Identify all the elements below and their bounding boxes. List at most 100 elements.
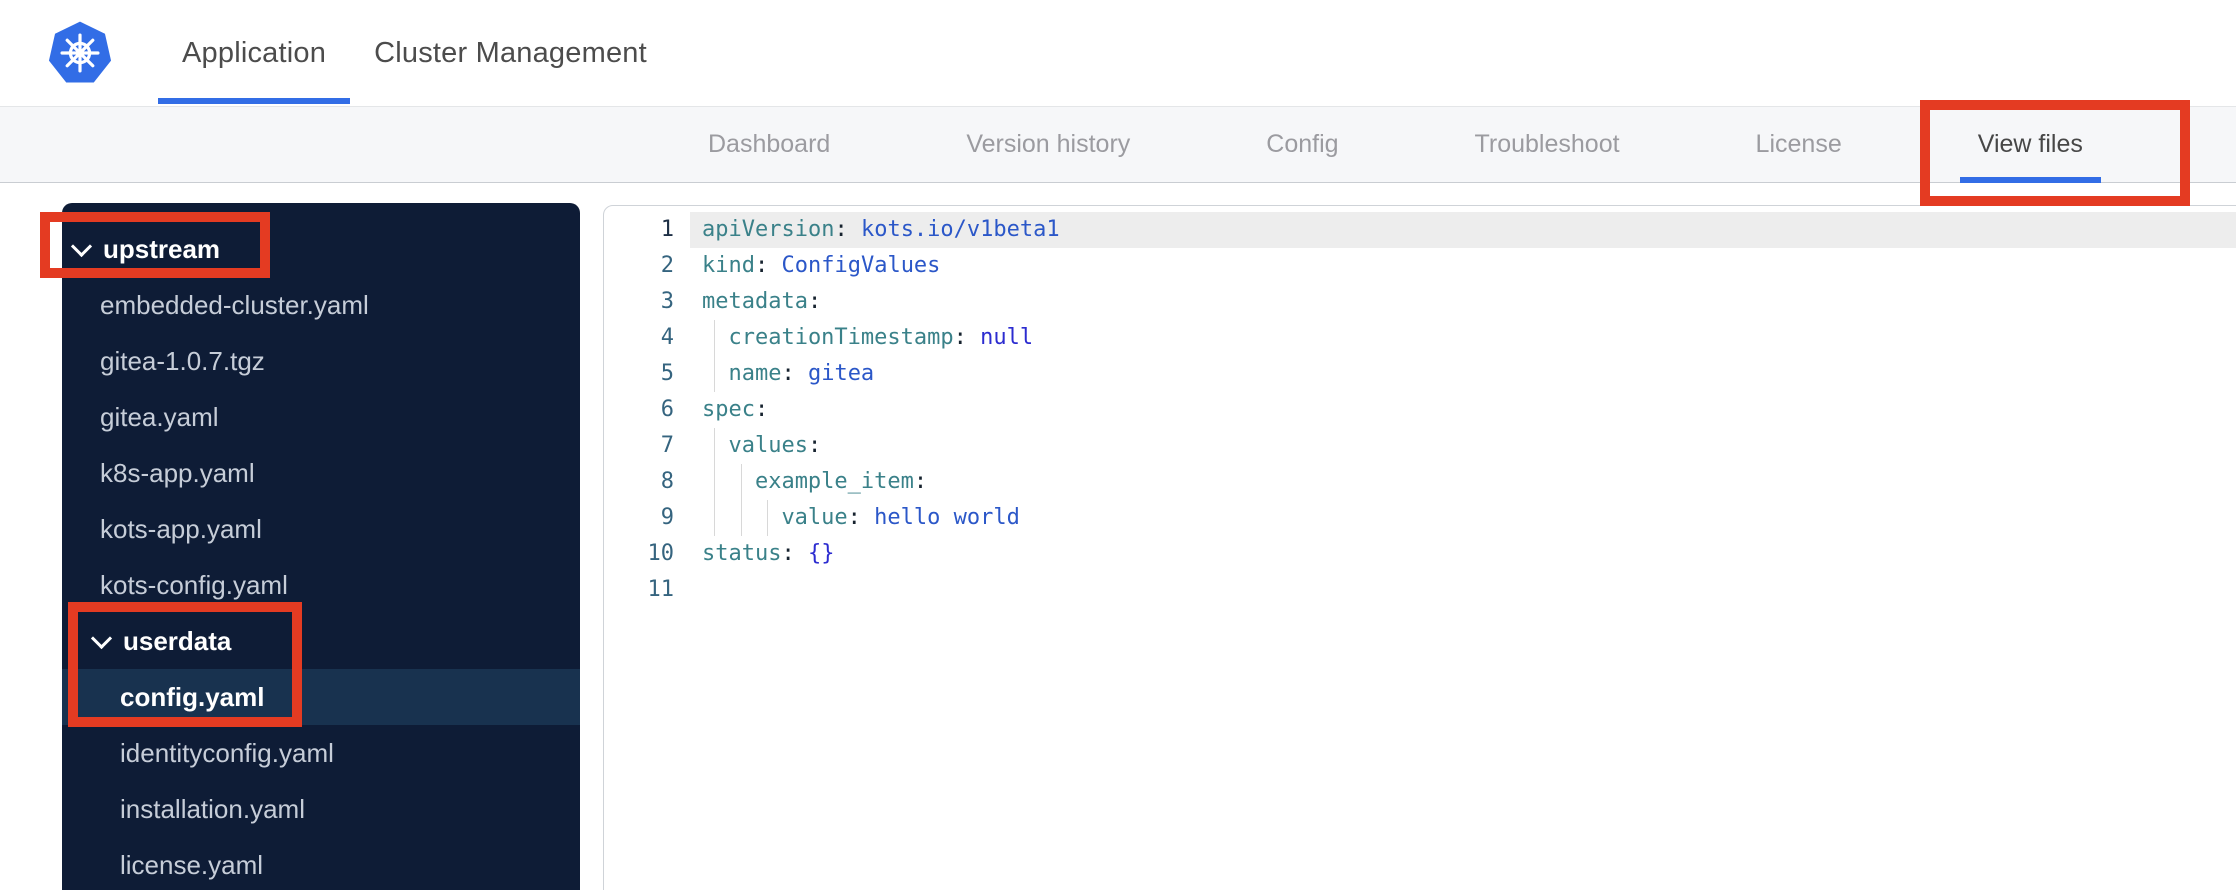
top-tab-application[interactable]: Application [158,0,351,106]
tree-file-license-yaml[interactable]: license.yaml [62,837,580,890]
code-line-4: 4 creationTimestamp: null [604,320,2236,356]
code-text: apiVersion: kots.io/v1beta1 [690,212,1060,248]
kubernetes-logo-icon [48,21,112,83]
indent-guide [767,500,768,536]
code-token: hello world [874,505,1020,530]
code-text: metadata: [690,284,821,320]
code-token: : [807,433,822,458]
code-editor[interactable]: 1 apiVersion: kots.io/v1beta1 2 kind: Confi… [603,205,2236,890]
code-token: : [754,253,782,278]
code-line-7: 7 values: [604,428,2236,464]
code-line-content[interactable]: kind: ConfigValues [690,248,2236,284]
tree-label: installation.yaml [120,793,305,824]
code-token: metadata [702,289,808,314]
sub-tab-label: View files [1977,130,2083,158]
line-number[interactable]: 9 [604,500,690,536]
line-number[interactable]: 4 [604,320,690,356]
tree-label: gitea-1.0.7.tgz [100,345,265,376]
line-number[interactable]: 11 [604,572,690,608]
tree-file-kots-config-yaml[interactable]: kots-config.yaml [62,557,580,613]
code-text: kind: ConfigValues [690,248,940,284]
code-token: kots.io/v1beta1 [860,217,1060,242]
code-line-11: 11 [604,572,2236,608]
app-sub-nav: Dashboard Version history Config Troublesho… [0,100,2236,206]
tree-label: upstream [103,233,221,264]
sub-tab-label: Version history [966,130,1131,158]
code-text: values: [690,428,821,464]
tree-label: k8s-app.yaml [100,457,255,488]
line-number[interactable]: 3 [604,284,690,320]
tab-license[interactable]: License [1738,107,1860,182]
tab-version-history[interactable]: Version history [948,107,1148,182]
tree-file-embedded-cluster-yaml[interactable]: embedded-cluster.yaml [62,277,580,333]
code-token: : [807,289,822,314]
line-number[interactable]: 5 [604,356,690,392]
tab-config[interactable]: Config [1248,107,1356,182]
tree-label: kots-config.yaml [100,569,288,600]
tree-file-k8s-app-yaml[interactable]: k8s-app.yaml [62,445,580,501]
code-token: : [781,541,808,566]
code-line-content[interactable]: creationTimestamp: null [690,320,2236,356]
code-line-content[interactable]: values: [690,428,2236,464]
code-line-8: 8 example_item: [604,464,2236,500]
tree-label: gitea.yaml [100,401,219,432]
tree-file-gitea-yaml[interactable]: gitea.yaml [62,389,580,445]
code-text: value: hello world [690,500,1020,536]
line-number[interactable]: 10 [604,536,690,572]
sub-tab-label: Troubleshoot [1474,130,1620,158]
indent-guide [714,500,715,536]
code-token: : [781,361,808,386]
tab-view-files[interactable]: View files [1919,100,2190,206]
code-line-content[interactable]: metadata: [690,284,2236,320]
code-token: {} [807,541,835,566]
tree-label: kots-app.yaml [100,513,262,544]
code-line-content[interactable]: value: hello world [690,500,2236,536]
line-number[interactable]: 8 [604,464,690,500]
code-token: : [953,325,981,350]
code-token: null [980,325,1034,350]
code-line-content[interactable]: apiVersion: kots.io/v1beta1 [690,212,2236,248]
code-line-3: 3 metadata: [604,284,2236,320]
line-number[interactable]: 6 [604,392,690,428]
sub-tab-label: Dashboard [708,130,831,158]
code-line-content[interactable]: example_item: [690,464,2236,500]
tree-file-kots-app-yaml[interactable]: kots-app.yaml [62,501,580,557]
kubernetes-logo[interactable] [48,21,112,85]
code-line-content[interactable]: status: {} [690,536,2236,572]
code-line-content[interactable]: spec: [690,392,2236,428]
code-line-9: 9 value: hello world [604,500,2236,536]
code-token: values [728,433,808,458]
top-nav: Application Cluster Management [0,0,2236,107]
indent-guide [714,356,715,392]
tree-file-gitea-1-0-7-tgz[interactable]: gitea-1.0.7.tgz [62,333,580,389]
code-line-content[interactable] [690,572,2236,608]
tab-dashboard[interactable]: Dashboard [690,107,848,182]
tree-folder-userdata[interactable]: userdata [62,602,580,727]
code-token: : [847,505,875,530]
indent-guide [714,464,715,500]
tree-file-installation-yaml[interactable]: installation.yaml [62,781,580,837]
code-line-1: 1 apiVersion: kots.io/v1beta1 [604,212,2236,248]
code-token: kind [702,253,755,278]
indent-guide [740,464,742,500]
tab-troubleshoot[interactable]: Troubleshoot [1457,107,1638,182]
code-text: creationTimestamp: null [690,320,1033,356]
code-line-content[interactable]: name: gitea [690,356,2236,392]
top-tab-label: Application [182,36,327,69]
top-tab-cluster-management[interactable]: Cluster Management [350,0,671,106]
tree-folder-upstream[interactable]: upstream [40,212,580,278]
tree-file-config-yaml[interactable]: config.yaml [62,669,580,725]
code-token: status [702,541,782,566]
tree-label: userdata [123,625,232,656]
code-token: value [781,505,848,530]
top-nav-tabs: Application Cluster Management [158,0,671,106]
active-tab-underline [158,98,351,104]
line-number[interactable]: 7 [604,428,690,464]
code-token: name [728,361,782,386]
indent-guide [740,500,742,536]
tree-file-identityconfig-yaml[interactable]: identityconfig.yaml [62,725,580,781]
chevron-down-icon [90,627,113,649]
line-number[interactable]: 1 [604,212,690,248]
line-number[interactable]: 2 [604,248,690,284]
chevron-down-icon [70,235,93,257]
